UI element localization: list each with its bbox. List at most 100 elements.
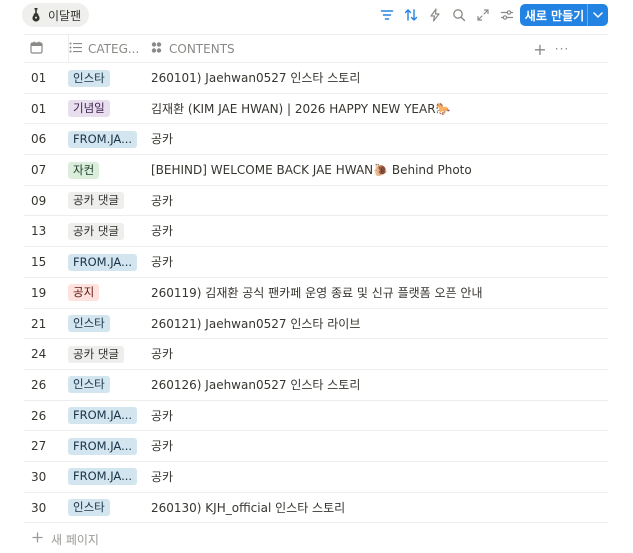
table-row[interactable]: 13 공카 댓글 공카 bbox=[24, 216, 608, 248]
category-tag: 공지 bbox=[68, 284, 100, 302]
view-tab[interactable]: 이달팬 bbox=[22, 3, 90, 27]
row-date[interactable]: 09 bbox=[31, 186, 46, 216]
automation-icon[interactable] bbox=[424, 5, 446, 25]
table-row[interactable]: 01 인스타 260101) Jaehwan0527 인스타 스토리 bbox=[24, 63, 608, 94]
row-title[interactable]: 공카 bbox=[151, 247, 173, 277]
row-title[interactable]: [BEHIND] WELCOME BACK JAE HWAN🐌 Behind P… bbox=[151, 155, 472, 185]
category-tag: 인스타 bbox=[68, 376, 110, 394]
column-header-contents[interactable]: CONTENTS bbox=[148, 35, 235, 63]
more-options-icon[interactable]: ··· bbox=[552, 39, 572, 59]
row-date[interactable]: 15 bbox=[31, 247, 46, 277]
toolbar: 이달팬 새로 만들기 bbox=[0, 0, 633, 30]
row-title[interactable]: 공카 bbox=[151, 462, 173, 492]
table-row[interactable]: 26 FROM.JA... 공카 bbox=[24, 401, 608, 432]
row-category[interactable]: 공카 댓글 bbox=[68, 339, 148, 369]
row-category[interactable]: FROM.JA... bbox=[68, 247, 148, 277]
settings-sliders-icon[interactable] bbox=[496, 5, 518, 25]
row-category[interactable]: 공지 bbox=[68, 278, 148, 308]
title-property-icon bbox=[150, 41, 163, 57]
row-date[interactable]: 06 bbox=[31, 124, 46, 154]
row-title[interactable]: 260130) KJH_official 인스타 스토리 bbox=[151, 493, 345, 523]
row-category[interactable]: FROM.JA... bbox=[68, 401, 148, 431]
row-title[interactable]: 공카 bbox=[151, 186, 173, 216]
row-title[interactable]: 260101) Jaehwan0527 인스타 스토리 bbox=[151, 63, 360, 93]
table-row[interactable]: 30 인스타 260130) KJH_official 인스타 스토리 bbox=[24, 493, 608, 524]
row-date[interactable]: 19 bbox=[31, 278, 46, 308]
row-title[interactable]: 김재환 (KIM JAE HWAN) | 2026 HAPPY NEW YEAR… bbox=[151, 94, 450, 124]
row-category[interactable]: FROM.JA... bbox=[68, 431, 148, 461]
view-tab-label: 이달팬 bbox=[48, 8, 82, 23]
row-date[interactable]: 07 bbox=[31, 155, 46, 185]
row-title[interactable]: 공카 bbox=[151, 216, 173, 246]
column-header-contents-label: CONTENTS bbox=[169, 42, 235, 56]
row-category[interactable]: 자컨 bbox=[68, 155, 148, 185]
category-tag: 인스타 bbox=[68, 315, 110, 332]
row-date[interactable]: 01 bbox=[31, 63, 46, 93]
row-date[interactable]: 27 bbox=[31, 431, 46, 461]
table-row[interactable]: 19 공지 260119) 김재환 공식 팬카페 운영 종료 및 신규 플랫폼 오픈… bbox=[24, 278, 608, 309]
column-header-date[interactable] bbox=[30, 35, 60, 63]
list-icon bbox=[69, 42, 82, 56]
row-date[interactable]: 26 bbox=[31, 401, 46, 431]
table-row[interactable]: 01 기념일 김재환 (KIM JAE HWAN) | 2026 HAPPY NEW… bbox=[24, 94, 608, 125]
row-title[interactable]: 공카 bbox=[151, 431, 173, 461]
row-date[interactable]: 26 bbox=[31, 370, 46, 400]
row-title[interactable]: 260121) Jaehwan0527 인스타 라이브 bbox=[151, 309, 360, 339]
new-button[interactable]: 새로 만들기 bbox=[520, 4, 608, 26]
column-header-category[interactable]: CATEG... bbox=[68, 35, 148, 63]
row-category[interactable]: 공카 댓글 bbox=[68, 186, 148, 216]
add-page-label: 새 페이지 bbox=[51, 532, 99, 547]
row-title[interactable]: 공카 bbox=[151, 339, 173, 369]
row-category[interactable]: 인스타 bbox=[68, 493, 148, 523]
row-date[interactable]: 01 bbox=[31, 94, 46, 124]
row-date[interactable]: 24 bbox=[31, 339, 46, 369]
calendar-icon bbox=[30, 41, 43, 57]
table-row[interactable]: 21 인스타 260121) Jaehwan0527 인스타 라이브 bbox=[24, 309, 608, 340]
column-header-category-label: CATEG... bbox=[88, 42, 140, 56]
guitar-icon bbox=[28, 7, 44, 23]
row-title[interactable]: 260126) Jaehwan0527 인스타 스토리 bbox=[151, 370, 360, 400]
new-button-label: 새로 만들기 bbox=[524, 8, 585, 23]
row-category[interactable]: 인스타 bbox=[68, 309, 148, 339]
table-row[interactable]: 06 FROM.JA... 공카 bbox=[24, 124, 608, 156]
table-row[interactable]: 26 인스타 260126) Jaehwan0527 인스타 스토리 bbox=[24, 370, 608, 401]
table-body: 01 인스타 260101) Jaehwan0527 인스타 스토리 01 기념일 김재환… bbox=[24, 63, 608, 524]
category-tag: 기념일 bbox=[68, 100, 110, 118]
plus-icon bbox=[32, 532, 43, 546]
row-date[interactable]: 13 bbox=[31, 216, 46, 246]
table-row[interactable]: 15 FROM.JA... 공카 bbox=[24, 247, 608, 278]
category-tag: FROM.JA... bbox=[68, 407, 138, 425]
table-row[interactable]: 07 자컨 [BEHIND] WELCOME BACK JAE HWAN🐌 Behi… bbox=[24, 155, 608, 186]
row-title[interactable]: 260119) 김재환 공식 팬카페 운영 종료 및 신규 플랫폼 오픈 안내 bbox=[151, 278, 483, 308]
filter-icon[interactable] bbox=[376, 5, 398, 25]
category-tag: 자컨 bbox=[68, 161, 100, 179]
add-property-icon[interactable]: + bbox=[530, 39, 550, 59]
row-category[interactable]: 인스타 bbox=[68, 370, 148, 400]
expand-icon[interactable] bbox=[472, 5, 494, 25]
row-title[interactable]: 공카 bbox=[151, 124, 173, 154]
row-category[interactable]: FROM.JA... bbox=[68, 124, 148, 154]
category-tag: 공카 댓글 bbox=[68, 345, 124, 363]
table-row[interactable]: 30 FROM.JA... 공카 bbox=[24, 462, 608, 493]
add-page-button[interactable]: 새 페이지 bbox=[32, 530, 99, 548]
search-icon[interactable] bbox=[448, 5, 470, 25]
sort-icon[interactable] bbox=[400, 5, 422, 25]
table-row[interactable]: 27 FROM.JA... 공카 bbox=[24, 431, 608, 462]
row-category[interactable]: 인스타 bbox=[68, 63, 148, 93]
row-category[interactable]: 공카 댓글 bbox=[68, 216, 148, 246]
table-row[interactable]: 09 공카 댓글 공카 bbox=[24, 186, 608, 217]
chevron-down-icon[interactable] bbox=[588, 12, 608, 18]
category-tag: 인스타 bbox=[68, 499, 110, 517]
category-tag: FROM.JA... bbox=[68, 437, 138, 455]
row-date[interactable]: 21 bbox=[31, 309, 46, 339]
category-tag: 공카 댓글 bbox=[68, 192, 124, 210]
row-category[interactable]: 기념일 bbox=[68, 94, 148, 124]
row-date[interactable]: 30 bbox=[31, 493, 46, 523]
category-tag: 공카 댓글 bbox=[68, 222, 124, 240]
row-category[interactable]: FROM.JA... bbox=[68, 462, 148, 492]
row-title[interactable]: 공카 bbox=[151, 401, 173, 431]
row-date[interactable]: 30 bbox=[31, 462, 46, 492]
category-tag: FROM.JA... bbox=[68, 130, 138, 148]
table-row[interactable]: 24 공카 댓글 공카 bbox=[24, 339, 608, 370]
table-header: CATEG... CONTENTS + ··· bbox=[24, 34, 608, 63]
